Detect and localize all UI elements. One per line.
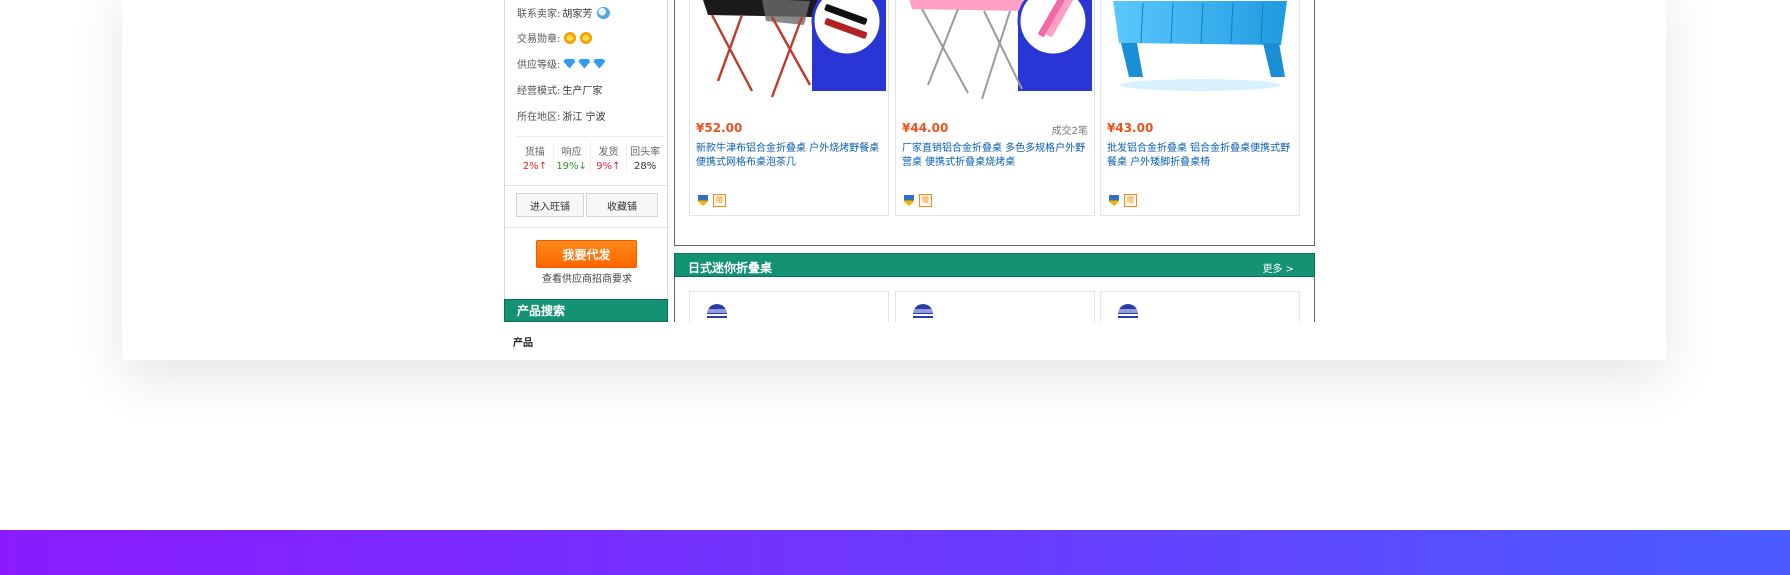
shield-badge-icon [904, 195, 914, 206]
diamond-icon [563, 58, 576, 69]
diamond-icon [578, 58, 591, 69]
product-price: ¥43.00 [1107, 121, 1154, 135]
medal-row: 交易勋章: [517, 30, 593, 45]
stat-value: 2%↑ [522, 161, 547, 172]
product-card[interactable]: ¥43.00 批发铝合金折叠桌 铝合金折叠桌便携式野餐桌 户外矮脚折叠桌椅 赠 [1100, 0, 1300, 216]
gradient-footer-band [0, 530, 1790, 575]
page-canvas: 联系卖家: 胡家芳 交易勋章: 供应等级: 经营模式: 生产厂家 所在地区: 浙… [0, 0, 1790, 575]
business-mode-label: 经营模式: [517, 86, 561, 97]
seller-panel: 联系卖家: 胡家芳 交易勋章: 供应等级: 经营模式: 生产厂家 所在地区: 浙… [504, 0, 669, 300]
stat-value: 28% [634, 161, 657, 172]
medal-label: 交易勋章: [517, 34, 561, 45]
product-title-link[interactable]: 批发铝合金折叠桌 铝合金折叠桌便携式野餐桌 户外矮脚折叠桌椅 [1107, 142, 1295, 170]
medal-icon [580, 31, 593, 44]
product-card[interactable] [1100, 291, 1300, 322]
shield-badge-icon [698, 195, 708, 206]
brand-logo-icon [1116, 304, 1140, 318]
business-mode-row: 经营模式: 生产厂家 [517, 82, 602, 97]
divider [505, 185, 669, 186]
stat-item: 响应 19%↓ [554, 143, 591, 172]
product-search-header: 产品搜索 [504, 299, 668, 322]
stat-value: 19%↓ [556, 161, 587, 172]
brand-logo-icon [911, 304, 935, 318]
seller-stats: 货描 2%↑ 响应 19%↓ 发货 9%↑ 回头率 28% [517, 136, 663, 172]
product-deal-count: 成交2笔 [1051, 126, 1088, 137]
product-search-title: 产品搜索 [517, 304, 566, 318]
supply-level-label: 供应等级: [517, 60, 561, 71]
dropship-button[interactable]: 我要代发 [536, 240, 637, 268]
diamond-icon [593, 58, 606, 69]
contact-row: 联系卖家: 胡家芳 [517, 5, 611, 20]
product-title-link[interactable]: 新款牛津布铝合金折叠桌 户外烧烤野餐桌 便携式网格布桌泡茶几 [696, 142, 884, 170]
product-price: ¥44.00 [902, 121, 949, 135]
stat-label: 回头率 [630, 147, 661, 158]
product-title-link[interactable]: 厂家直销铝合金折叠桌 多色多规格户外野营桌 便携式折叠桌烧烤桌 [902, 142, 1090, 170]
contact-label: 联系卖家: [517, 9, 561, 20]
product-image[interactable] [1103, 0, 1297, 111]
business-mode-value: 生产厂家 [562, 86, 603, 97]
product-image[interactable] [692, 0, 886, 111]
stat-value: 9%↑ [596, 161, 621, 172]
wangwang-chat-icon[interactable] [597, 6, 611, 19]
product-panel: ¥52.00 新款牛津布铝合金折叠桌 户外烧烤野餐桌 便携式网格布桌泡茶几 赠 [674, 0, 1315, 246]
product-price: ¥52.00 [696, 121, 743, 135]
stat-item: 货描 2%↑ [517, 143, 554, 172]
region-row: 所在地区: 浙江 宁波 [517, 108, 606, 123]
product-card[interactable]: ¥52.00 新款牛津布铝合金折叠桌 户外烧烤野餐桌 便携式网格布桌泡茶几 赠 [689, 0, 889, 216]
enter-shop-button[interactable]: 进入旺铺 [516, 193, 584, 217]
region-value: 浙江 宁波 [562, 112, 606, 123]
stat-label: 发货 [598, 147, 619, 158]
shield-badge-icon [1109, 195, 1119, 206]
product-card[interactable] [689, 291, 889, 322]
section-product-grid [674, 277, 1315, 322]
product-card[interactable]: ¥44.00 成交2笔 厂家直销铝合金折叠桌 多色多规格户外野营桌 便携式折叠桌… [895, 0, 1095, 216]
product-card[interactable] [895, 291, 1095, 322]
product-image[interactable] [898, 0, 1092, 111]
gift-badge-icon: 赠 [713, 194, 726, 207]
favorite-shop-button[interactable]: 收藏铺 [586, 193, 658, 217]
stat-label: 货描 [524, 147, 545, 158]
gift-badge-icon: 赠 [1124, 194, 1137, 207]
contact-name[interactable]: 胡家芳 [562, 5, 592, 20]
supply-level-row: 供应等级: [517, 56, 606, 71]
brand-logo-icon [705, 304, 729, 318]
stat-label: 响应 [561, 147, 582, 158]
divider [505, 227, 669, 228]
gift-badge-icon: 赠 [919, 194, 932, 207]
region-label: 所在地区: [517, 112, 561, 123]
supplier-requirements-link[interactable]: 查看供应商招商要求 [505, 270, 669, 285]
section-header: 日式迷你折叠桌 更多 > [674, 253, 1315, 277]
section-title: 日式迷你折叠桌 [688, 261, 773, 275]
more-link[interactable]: 更多 > [1262, 260, 1294, 275]
search-product-label: 产品 [513, 338, 533, 349]
stat-item: 发货 9%↑ [591, 143, 628, 172]
medal-icon [564, 31, 577, 44]
stat-item: 回头率 28% [627, 143, 663, 172]
